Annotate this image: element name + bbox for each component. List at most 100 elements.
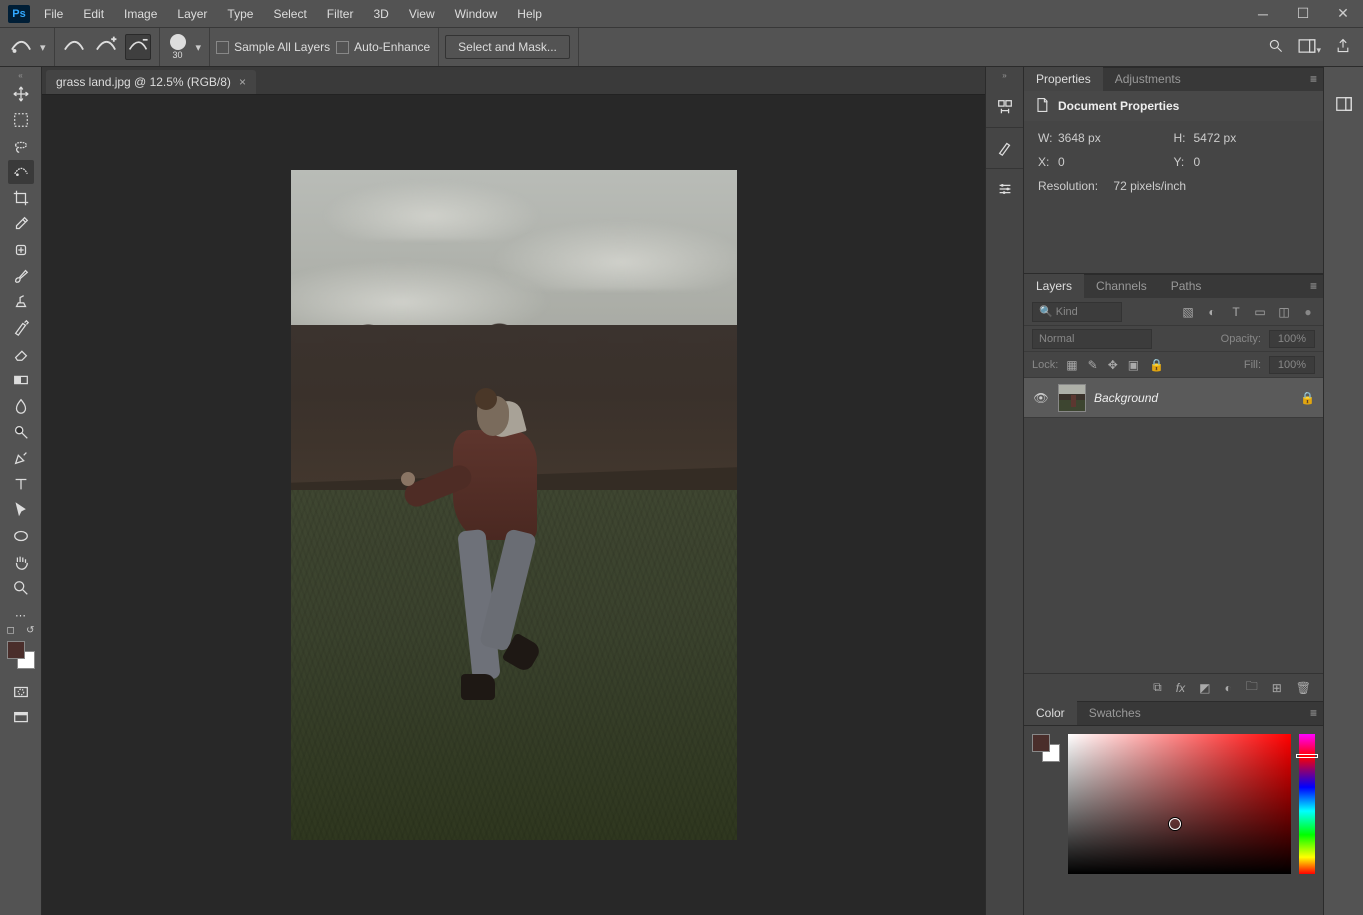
menu-select[interactable]: Select xyxy=(263,0,316,27)
collapse-toolbox-icon[interactable] xyxy=(0,71,41,81)
link-layers-icon[interactable]: ⧉ xyxy=(1153,680,1162,695)
gradient-tool[interactable] xyxy=(8,368,34,392)
filter-shape-icon[interactable]: ▭ xyxy=(1253,305,1267,319)
delete-layer-icon[interactable]: 🗑 xyxy=(1296,681,1311,695)
close-button[interactable]: ✕ xyxy=(1323,0,1363,27)
workspace-switcher-icon[interactable]: ▾ xyxy=(1298,39,1321,56)
select-and-mask-button[interactable]: Select and Mask... xyxy=(445,35,570,59)
lock-pixels-icon[interactable]: ✎ xyxy=(1088,358,1098,372)
menu-image[interactable]: Image xyxy=(114,0,167,27)
menu-window[interactable]: Window xyxy=(445,0,508,27)
filter-adjust-icon[interactable]: ◐ xyxy=(1205,305,1219,319)
filter-smart-icon[interactable]: ◫ xyxy=(1277,305,1291,319)
crop-tool[interactable] xyxy=(8,186,34,210)
blend-mode-select[interactable]: Normal xyxy=(1032,329,1152,349)
hand-tool[interactable] xyxy=(8,550,34,574)
history-panel-icon[interactable] xyxy=(991,93,1019,121)
hue-slider[interactable] xyxy=(1299,734,1315,874)
chevron-down-icon[interactable]: ▾ xyxy=(196,41,202,54)
layer-style-icon[interactable]: fx xyxy=(1176,681,1185,695)
blur-tool[interactable] xyxy=(8,394,34,418)
path-selection-tool[interactable] xyxy=(8,498,34,522)
sv-cursor[interactable] xyxy=(1169,818,1181,830)
brush-tool[interactable] xyxy=(8,264,34,288)
libraries-panel-icon[interactable] xyxy=(1331,91,1357,117)
shape-tool[interactable] xyxy=(8,524,34,548)
canvas-viewport[interactable] xyxy=(42,95,985,915)
adjustment-layer-icon[interactable]: ◐ xyxy=(1224,681,1231,695)
tab-layers[interactable]: Layers xyxy=(1024,274,1084,298)
fill-value[interactable]: 100% xyxy=(1269,356,1315,374)
adjustments-panel-icon[interactable] xyxy=(991,175,1019,203)
clone-stamp-tool[interactable] xyxy=(8,290,34,314)
type-tool[interactable] xyxy=(8,472,34,496)
document-tab[interactable]: grass land.jpg @ 12.5% (RGB/8) × xyxy=(46,70,256,94)
close-tab-icon[interactable]: × xyxy=(239,75,246,89)
sample-all-layers-checkbox[interactable]: Sample All Layers xyxy=(216,40,330,54)
opacity-value[interactable]: 100% xyxy=(1269,330,1315,348)
layer-thumbnail[interactable] xyxy=(1058,384,1086,412)
search-icon[interactable] xyxy=(1268,38,1284,57)
foreground-background-colors[interactable] xyxy=(7,641,35,669)
edit-toolbar-icon[interactable]: ⋯ xyxy=(8,608,34,622)
menu-view[interactable]: View xyxy=(399,0,445,27)
filter-type-icon[interactable]: T xyxy=(1229,305,1243,319)
menu-help[interactable]: Help xyxy=(507,0,552,27)
quick-selection-tool[interactable] xyxy=(8,160,34,184)
menu-3d[interactable]: 3D xyxy=(363,0,398,27)
chevron-down-icon[interactable]: ▾ xyxy=(40,41,46,54)
move-tool[interactable] xyxy=(8,82,34,106)
lasso-tool[interactable] xyxy=(8,134,34,158)
healing-brush-tool[interactable] xyxy=(8,238,34,262)
history-brush-tool[interactable] xyxy=(8,316,34,340)
swap-colors-icon[interactable]: ◻↺ xyxy=(7,625,35,637)
foreground-color-swatch[interactable] xyxy=(7,641,25,659)
auto-enhance-checkbox[interactable]: Auto-Enhance xyxy=(336,40,430,54)
new-layer-icon[interactable]: ⊞ xyxy=(1272,681,1282,695)
lock-position-icon[interactable]: ✥ xyxy=(1108,358,1118,372)
tab-adjustments[interactable]: Adjustments xyxy=(1103,67,1193,91)
marquee-tool[interactable] xyxy=(8,108,34,132)
tab-paths[interactable]: Paths xyxy=(1159,274,1214,298)
layer-mask-icon[interactable]: ◩ xyxy=(1199,681,1210,695)
eraser-tool[interactable] xyxy=(8,342,34,366)
panel-menu-icon[interactable]: ≡ xyxy=(1310,706,1317,720)
tab-properties[interactable]: Properties xyxy=(1024,67,1103,91)
quick-mask-mode[interactable] xyxy=(8,680,34,704)
subtract-selection-icon[interactable] xyxy=(125,34,151,60)
layer-name[interactable]: Background xyxy=(1094,391,1292,405)
menu-edit[interactable]: Edit xyxy=(73,0,114,27)
minimize-button[interactable]: ─ xyxy=(1243,0,1283,27)
pen-tool[interactable] xyxy=(8,446,34,470)
group-icon[interactable]: 🗀 xyxy=(1246,677,1258,698)
lock-all-icon[interactable]: 🔒 xyxy=(1149,358,1164,372)
panel-menu-icon[interactable]: ≡ xyxy=(1310,279,1317,293)
expand-panels-icon[interactable] xyxy=(986,71,1023,81)
add-selection-icon[interactable] xyxy=(93,34,119,60)
menu-file[interactable]: File xyxy=(34,0,73,27)
layer-row[interactable]: 👁 Background 🔒 xyxy=(1024,378,1323,418)
share-icon[interactable] xyxy=(1335,38,1351,57)
hue-cursor[interactable] xyxy=(1296,754,1318,758)
maximize-button[interactable]: ☐ xyxy=(1283,0,1323,27)
dodge-tool[interactable] xyxy=(8,420,34,444)
fg-swatch[interactable] xyxy=(1032,734,1050,752)
brushes-panel-icon[interactable] xyxy=(991,134,1019,162)
current-tool-indicator[interactable] xyxy=(8,34,34,60)
menu-layer[interactable]: Layer xyxy=(167,0,217,27)
brush-preset-picker[interactable]: 30 xyxy=(166,34,190,60)
eyedropper-tool[interactable] xyxy=(8,212,34,236)
tab-channels[interactable]: Channels xyxy=(1084,274,1159,298)
color-panel-swatches[interactable] xyxy=(1032,734,1060,762)
saturation-value-picker[interactable] xyxy=(1068,734,1291,874)
filter-pixel-icon[interactable]: ▧ xyxy=(1181,305,1195,319)
tab-swatches[interactable]: Swatches xyxy=(1077,701,1153,725)
layer-filter-kind[interactable]: 🔍 Kind xyxy=(1032,302,1122,322)
zoom-tool[interactable] xyxy=(8,576,34,600)
lock-transparency-icon[interactable]: ▦ xyxy=(1066,358,1077,372)
menu-filter[interactable]: Filter xyxy=(317,0,364,27)
screen-mode[interactable] xyxy=(8,706,34,730)
visibility-toggle-icon[interactable]: 👁 xyxy=(1032,391,1050,405)
new-selection-icon[interactable] xyxy=(61,34,87,60)
lock-artboard-icon[interactable]: ▣ xyxy=(1128,358,1139,372)
